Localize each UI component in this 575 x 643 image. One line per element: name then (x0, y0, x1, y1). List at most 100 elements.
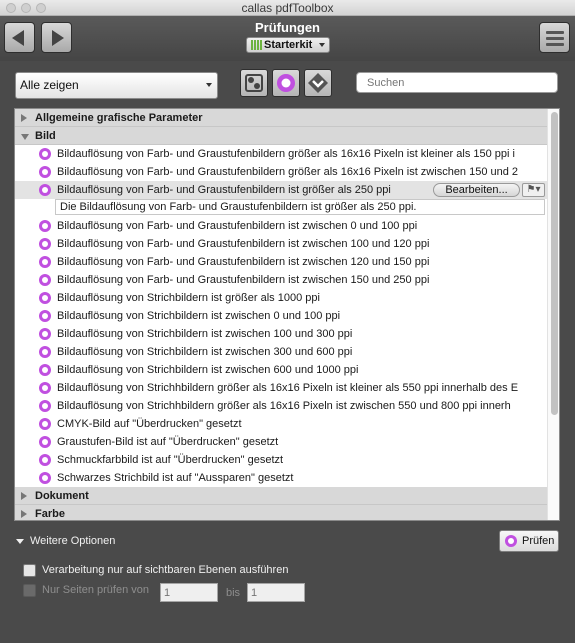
search-input[interactable] (356, 72, 558, 93)
check-icon (39, 472, 51, 484)
check-icon (39, 256, 51, 268)
disclosure-closed-icon[interactable] (21, 510, 27, 518)
flag-menu-icon[interactable]: ⚑▾ (522, 183, 545, 197)
check-icon (39, 382, 51, 394)
check-item-label: Bildauflösung von Farb- und Graustufenbi… (57, 256, 430, 268)
check-item[interactable]: Bildauflösung von Strichhbildern größer … (15, 397, 547, 415)
check-item-label: Bildauflösung von Farb- und Graustufenbi… (57, 148, 515, 160)
check-item[interactable]: Bildauflösung von Farb- und Graustufenbi… (15, 271, 547, 289)
profile-select[interactable]: Starterkit (246, 37, 330, 53)
page-range-checkbox[interactable] (23, 584, 36, 597)
check-item-label: Schmuckfarbbild ist auf "Überdrucken" ge… (57, 454, 284, 466)
check-icon (39, 184, 51, 196)
group-row[interactable]: Farbe (15, 505, 547, 520)
close-window-button[interactable] (6, 3, 16, 13)
hamburger-menu-icon (546, 31, 564, 34)
check-item-label: Bildauflösung von Strichbildern ist zwis… (57, 328, 353, 340)
disclosure-closed-icon[interactable] (21, 114, 27, 122)
check-item[interactable]: Bildauflösung von Strichbildern ist zwis… (15, 325, 547, 343)
check-icon (39, 238, 51, 250)
check-item-label: Bildauflösung von Strichhbildern größer … (57, 400, 511, 412)
disclosure-closed-icon[interactable] (21, 492, 27, 500)
check-icon (39, 436, 51, 448)
fixup-filter-button[interactable] (240, 69, 268, 97)
check-item[interactable]: CMYK-Bild auf "Überdrucken" gesetzt (15, 415, 547, 433)
group-row[interactable]: Bild (15, 127, 547, 145)
chevron-down-icon (319, 43, 325, 47)
check-icon (277, 74, 295, 92)
check-item-label: Bildauflösung von Strichbildern ist größ… (57, 292, 320, 304)
check-item[interactable]: Bildauflösung von Farb- und Graustufenbi… (15, 145, 547, 163)
check-item-label: Bildauflösung von Strichbildern ist zwis… (57, 310, 341, 322)
check-icon (39, 166, 51, 178)
more-options-toggle[interactable]: Weitere Optionen (16, 535, 115, 547)
group-label: Farbe (35, 508, 65, 520)
minimize-window-button[interactable] (21, 3, 31, 13)
check-item[interactable]: Schwarzes Strichbild ist auf "Aussparen"… (15, 469, 547, 487)
check-icon (39, 400, 51, 412)
check-icon (39, 418, 51, 430)
page-to-field[interactable] (247, 583, 305, 602)
more-options-label: Weitere Optionen (30, 535, 116, 547)
profile-icon (308, 73, 328, 93)
show-filter-select[interactable]: Alle zeigen (15, 72, 218, 99)
header-bar: Prüfungen Starterkit (0, 16, 575, 61)
fixup-icon (245, 74, 263, 92)
window-titlebar: callas pdfToolbox (0, 0, 575, 16)
check-icon (39, 346, 51, 358)
check-item-label: Graustufen-Bild ist auf "Überdrucken" ge… (57, 436, 279, 448)
profile-select-value: Starterkit (264, 39, 313, 51)
filter-row: Alle zeigen (0, 61, 575, 109)
check-item-label: Bildauflösung von Strichbildern ist zwis… (57, 364, 359, 376)
page-from-field[interactable] (160, 583, 218, 602)
check-filter-button[interactable] (272, 69, 300, 97)
group-row[interactable]: Dokument (15, 487, 547, 505)
list-scrollbar[interactable] (547, 109, 559, 520)
check-item[interactable]: Bildauflösung von Strichbildern ist größ… (15, 289, 547, 307)
check-item-label: Bildauflösung von Farb- und Graustufenbi… (57, 238, 430, 250)
check-item-label: Bildauflösung von Farb- und Graustufenbi… (57, 184, 391, 196)
edit-check-button[interactable]: Bearbeiten... (433, 183, 520, 197)
zoom-window-button[interactable] (36, 3, 46, 13)
checks-list: Allgemeine grafische Parameter Bild Bildau… (14, 108, 560, 521)
check-item[interactable]: Bildauflösung von Strichbildern ist zwis… (15, 343, 547, 361)
check-item-label: Schwarzes Strichbild ist auf "Aussparen"… (57, 472, 294, 484)
check-item[interactable]: Bildauflösung von Strichbildern ist zwis… (15, 307, 547, 325)
group-label: Dokument (35, 490, 89, 502)
check-item[interactable]: Bildauflösung von Strichbildern ist zwis… (15, 361, 547, 379)
check-item[interactable]: Bildauflösung von Strichhbildern größer … (15, 379, 547, 397)
run-check-label: Prüfen (522, 535, 555, 547)
show-filter-value: Alle zeigen (20, 78, 79, 92)
check-icon (39, 292, 51, 304)
window-title: callas pdfToolbox (241, 1, 334, 15)
check-item[interactable]: Bildauflösung von Farb- und Graustufenbi… (15, 235, 547, 253)
check-item-label: Bildauflösung von Strichbildern ist zwis… (57, 346, 353, 358)
visible-layers-label: Verarbeitung nur auf sichtbaren Ebenen a… (42, 564, 289, 576)
check-icon (39, 148, 51, 160)
profile-bars-icon (251, 40, 262, 50)
check-icon (39, 328, 51, 340)
check-item[interactable]: Bildauflösung von Farb- und Graustufenbi… (15, 181, 547, 199)
check-description: Die Bildauflösung von Farb- und Graustuf… (55, 199, 545, 215)
check-icon (39, 274, 51, 286)
visible-layers-checkbox[interactable] (23, 564, 36, 577)
check-item[interactable]: Graustufen-Bild ist auf "Überdrucken" ge… (15, 433, 547, 451)
group-label: Allgemeine grafische Parameter (35, 112, 203, 124)
disclosure-open-icon[interactable] (21, 134, 29, 140)
check-icon (39, 454, 51, 466)
group-row[interactable]: Allgemeine grafische Parameter (15, 109, 547, 127)
check-item-label: Bildauflösung von Farb- und Graustufenbi… (57, 274, 430, 286)
page-range-to-label: bis (226, 587, 241, 599)
check-item[interactable]: Schmuckfarbbild ist auf "Überdrucken" ge… (15, 451, 547, 469)
check-item-label: Bildauflösung von Farb- und Graustufenbi… (57, 220, 418, 232)
menu-button[interactable] (539, 22, 570, 53)
check-icon (39, 364, 51, 376)
check-item[interactable]: Bildauflösung von Farb- und Graustufenbi… (15, 217, 547, 235)
check-item[interactable]: Bildauflösung von Farb- und Graustufenbi… (15, 253, 547, 271)
profile-filter-button[interactable] (304, 69, 332, 97)
check-item[interactable]: Bildauflösung von Farb- und Graustufenbi… (15, 163, 547, 181)
run-check-button[interactable]: Prüfen (499, 530, 559, 552)
scrollbar-thumb[interactable] (551, 112, 558, 415)
check-item-label: Bildauflösung von Strichhbildern größer … (57, 382, 519, 394)
page-title: Prüfungen (255, 20, 320, 35)
